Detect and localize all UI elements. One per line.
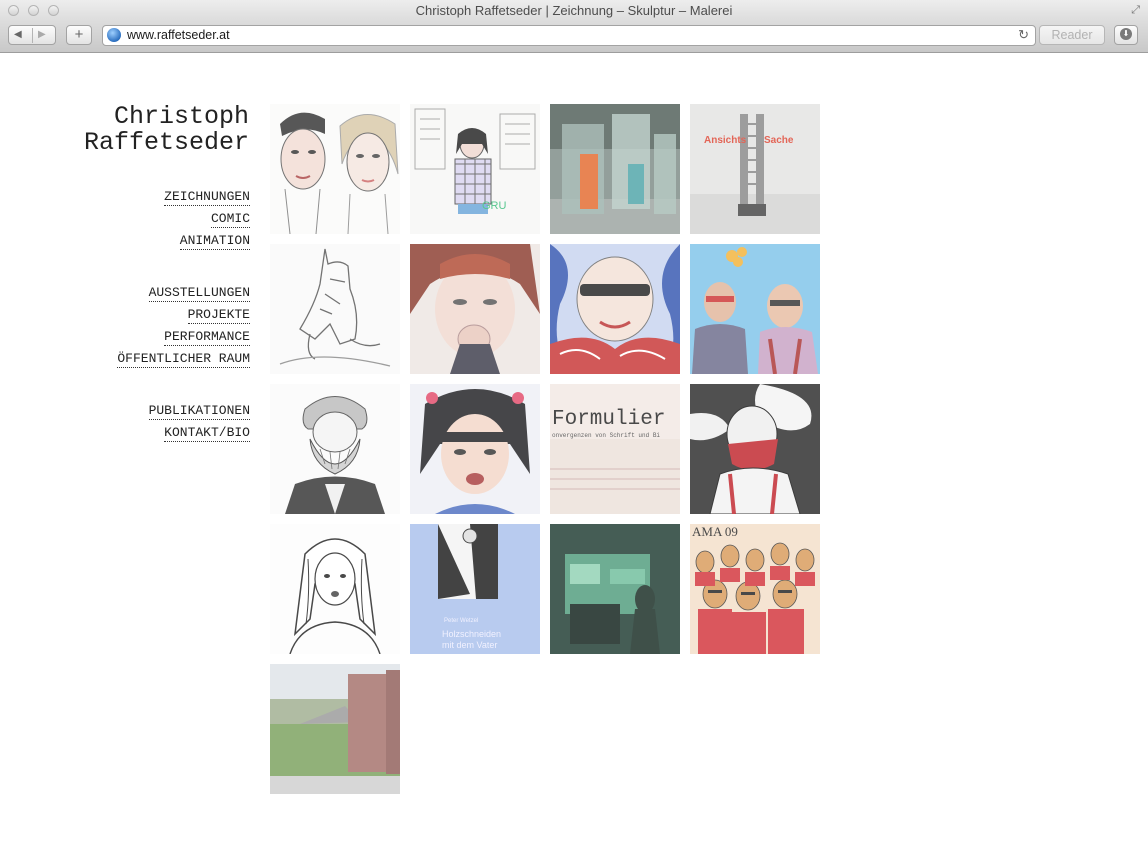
forward-icon[interactable]: ▶ bbox=[38, 26, 46, 44]
woman-lineart-image bbox=[270, 524, 400, 654]
nav-group-works: ZEICHNUNGEN COMIC ANIMATION bbox=[164, 187, 250, 253]
back-forward-control: ◀ ▶ bbox=[8, 25, 56, 45]
nav-group-projects: AUSSTELLUNGEN PROJEKTE PERFORMANCE ÖFFEN… bbox=[117, 283, 250, 371]
thumb-caption: GRU bbox=[482, 200, 507, 212]
sunglasses-face-image bbox=[550, 244, 680, 374]
window-titlebar: Christoph Raffetseder | Zeichnung – Skul… bbox=[0, 0, 1148, 22]
download-icon: ⬇ bbox=[1120, 28, 1132, 40]
add-bookmark-button[interactable]: + bbox=[66, 25, 92, 45]
back-icon[interactable]: ◀ bbox=[14, 26, 22, 44]
thumb-woman-lineart-drawing[interactable] bbox=[270, 524, 400, 654]
nav-projekte[interactable]: PROJEKTE bbox=[117, 305, 250, 327]
thumb-caption-1: Ansichts bbox=[704, 135, 747, 146]
glass-sculpture-image bbox=[550, 104, 680, 234]
nav-performance[interactable]: PERFORMANCE bbox=[117, 327, 250, 349]
thumb-sunglasses-face-painting[interactable] bbox=[550, 244, 680, 374]
two-portraits-image bbox=[270, 104, 400, 234]
segment-divider bbox=[32, 28, 33, 43]
nav-group-info: PUBLIKATIONEN KONTAKT/BIO bbox=[148, 401, 250, 445]
holzschneiden-image: Peter Wetzel Holzschneiden mit dem Vater bbox=[410, 524, 540, 654]
dark-room-image bbox=[550, 524, 680, 654]
nav-oeffentlicher-raum[interactable]: ÖFFENTLICHER RAUM bbox=[117, 349, 250, 371]
nav-animation[interactable]: ANIMATION bbox=[164, 231, 250, 253]
thumb-landscape-sculpture-photo[interactable] bbox=[270, 664, 400, 794]
browser-toolbar: ◀ ▶ + www.raffetseder.at ↻ Reader ⬇ bbox=[0, 22, 1148, 53]
thumb-two-portraits-drawing[interactable] bbox=[270, 104, 400, 234]
reader-button[interactable]: Reader bbox=[1039, 25, 1105, 45]
thumb-glass-sculpture-photo[interactable] bbox=[550, 104, 680, 234]
thumb-caption-2: Sache bbox=[764, 135, 794, 146]
girl-city-image: GRU bbox=[410, 104, 540, 234]
crowd-image: AMA 09 bbox=[690, 524, 820, 654]
thumb-caption: AMA 09 bbox=[692, 524, 738, 539]
thumb-formuliert-book[interactable]: Formulier onvergenzen von Schrift und Bi bbox=[550, 384, 680, 514]
thumb-masked-man-drawing[interactable] bbox=[690, 384, 820, 514]
formuliert-image: Formulier onvergenzen von Schrift und Bi bbox=[550, 384, 680, 514]
masked-man-image bbox=[690, 384, 820, 514]
site-title-line2: Raffetseder bbox=[83, 128, 249, 157]
thumb-two-men-sunglasses-photo[interactable] bbox=[690, 244, 820, 374]
nav-comic[interactable]: COMIC bbox=[164, 209, 250, 231]
thumb-girl-city-drawing[interactable]: GRU bbox=[410, 104, 540, 234]
site-title-line1: Christoph bbox=[113, 102, 249, 131]
thumb-ansichts-sache-book[interactable]: Ansichts Sache bbox=[690, 104, 820, 234]
two-men-image bbox=[690, 244, 820, 374]
thumb-caption-2: onvergenzen von Schrift und Bi bbox=[552, 432, 660, 439]
downloads-button[interactable]: ⬇ bbox=[1114, 25, 1138, 45]
nav-kontakt-bio[interactable]: KONTAKT/BIO bbox=[149, 423, 250, 445]
thumb-crowd-painting[interactable]: AMA 09 bbox=[690, 524, 820, 654]
ansichts-sache-image: Ansichts Sache bbox=[690, 104, 820, 234]
fullscreen-icon[interactable]: ⤢ bbox=[1131, 4, 1140, 17]
thumb-bearded-man-drawing[interactable] bbox=[270, 384, 400, 514]
nav-publikationen[interactable]: PUBLIKATIONEN bbox=[148, 401, 250, 423]
nav-zeichnungen[interactable]: ZEICHNUNGEN bbox=[164, 187, 250, 209]
reload-icon[interactable]: ↻ bbox=[1018, 27, 1029, 43]
girl-portrait-image bbox=[410, 384, 540, 514]
window-title: Christoph Raffetseder | Zeichnung – Skul… bbox=[415, 3, 733, 18]
thumb-girl-portrait-painting[interactable] bbox=[410, 384, 540, 514]
thumb-caption-1: Holzschneiden bbox=[442, 629, 501, 639]
figure-sketch-image bbox=[270, 244, 400, 374]
globe-icon bbox=[107, 28, 121, 42]
url-text[interactable]: www.raffetseder.at bbox=[127, 28, 230, 42]
woman-yawning-image bbox=[410, 244, 540, 374]
landscape-sculpture-image bbox=[270, 664, 400, 794]
thumb-caption-0: Peter Wetzel bbox=[444, 618, 478, 624]
thumb-figure-sketch[interactable] bbox=[270, 244, 400, 374]
nav-ausstellungen[interactable]: AUSSTELLUNGEN bbox=[117, 283, 250, 305]
site-title[interactable]: Christoph Raffetseder bbox=[84, 104, 249, 156]
address-bar[interactable]: www.raffetseder.at ↻ bbox=[102, 25, 1036, 46]
thumb-caption-2: mit dem Vater bbox=[442, 640, 497, 650]
thumb-holzschneiden-book[interactable]: Peter Wetzel Holzschneiden mit dem Vater bbox=[410, 524, 540, 654]
thumb-dark-room-photo[interactable] bbox=[550, 524, 680, 654]
thumb-caption-1: Formulier bbox=[552, 408, 665, 431]
bearded-man-image bbox=[270, 384, 400, 514]
thumb-woman-yawning-painting[interactable] bbox=[410, 244, 540, 374]
